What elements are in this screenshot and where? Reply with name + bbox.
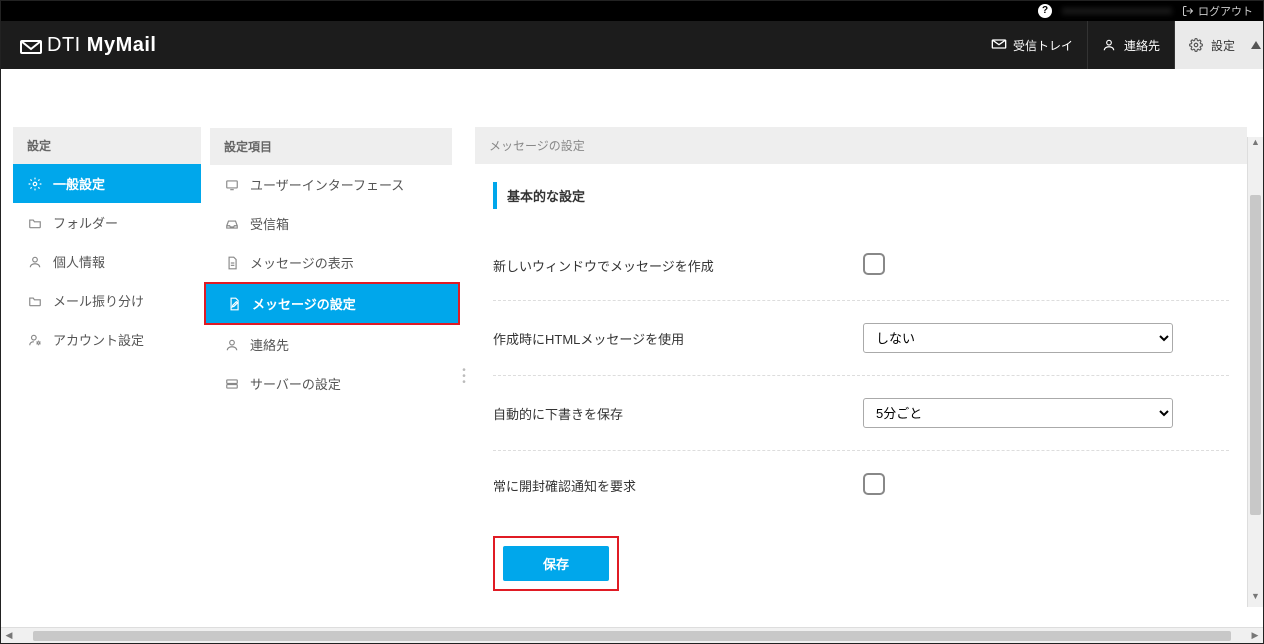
nav-caret[interactable] <box>1249 21 1263 69</box>
server-icon <box>224 376 240 392</box>
scroll-left-arrow[interactable]: ◀ <box>1 630 17 641</box>
row-use-html: 作成時にHTMLメッセージを使用 しない <box>493 301 1229 376</box>
scroll-right-arrow[interactable]: ▶ <box>1247 630 1263 641</box>
row-label: 新しいウィンドウでメッセージを作成 <box>493 256 863 275</box>
section-item-ui[interactable]: ユーザーインターフェース <box>210 165 452 204</box>
sidebar-item-folders[interactable]: フォルダー <box>13 203 201 242</box>
help-icon[interactable]: ? <box>1038 4 1052 18</box>
nav-settings[interactable]: 設定 <box>1175 21 1249 69</box>
sidebar-item-label: 個人情報 <box>53 252 105 271</box>
sidebar-item-label: フォルダー <box>53 213 118 232</box>
section-item-inbox[interactable]: 受信箱 <box>210 204 452 243</box>
scroll-up-arrow[interactable]: ▲ <box>1248 137 1263 153</box>
logout-icon <box>1182 5 1194 17</box>
person-icon <box>27 254 43 270</box>
inbox-icon <box>224 216 240 232</box>
sidebar-item-filters[interactable]: メール振り分け <box>13 281 201 320</box>
contacts-icon <box>224 337 240 353</box>
settings-groups-column: 設定 一般設定 フォルダー 個人情報 <box>13 127 201 627</box>
brand-bold: MyMail <box>87 34 157 56</box>
highlight-frame: メッセージの設定 <box>204 282 460 325</box>
section-item-label: 受信箱 <box>250 214 289 233</box>
scroll-thumb[interactable] <box>33 631 1231 641</box>
nav-inbox[interactable]: 受信トレイ <box>977 21 1087 69</box>
select-use-html[interactable]: しない <box>863 323 1173 353</box>
monitor-icon <box>224 177 240 193</box>
sidebar-item-general[interactable]: 一般設定 <box>13 164 201 203</box>
horizontal-scrollbar[interactable]: ◀ ▶ <box>1 627 1263 643</box>
vertical-scrollbar[interactable]: ▲ ▼ <box>1247 137 1263 607</box>
contacts-icon <box>1102 38 1118 52</box>
row-autosave: 自動的に下書きを保存 5分ごと <box>493 376 1229 451</box>
app-header: DTI MyMail 受信トレイ 連絡先 設定 <box>1 21 1263 69</box>
col1-header: 設定 <box>13 127 201 164</box>
document-edit-icon <box>226 296 242 312</box>
settings-panel: メッセージの設定 基本的な設定 新しいウィンドウでメッセージを作成 作成時にHT… <box>475 127 1247 627</box>
save-button[interactable]: 保存 <box>503 546 609 581</box>
person-gear-icon <box>27 332 43 348</box>
scroll-thumb[interactable] <box>1250 195 1261 515</box>
sidebar-item-account[interactable]: アカウント設定 <box>13 320 201 359</box>
select-autosave[interactable]: 5分ごと <box>863 398 1173 428</box>
nav-inbox-label: 受信トレイ <box>1013 37 1073 54</box>
section-title: 基本的な設定 <box>493 182 1229 209</box>
sidebar-item-label: メール振り分け <box>53 291 144 310</box>
envelope-icon <box>19 37 41 53</box>
section-item-label: メッセージの設定 <box>252 294 356 313</box>
row-label: 作成時にHTMLメッセージを使用 <box>493 329 863 348</box>
section-item-contacts[interactable]: 連絡先 <box>210 325 452 364</box>
gear-icon <box>27 176 43 192</box>
folder-icon <box>27 293 43 309</box>
column-splitter[interactable]: ••• <box>461 127 467 627</box>
sidebar-item-label: 一般設定 <box>53 174 105 193</box>
user-email-blurred: xxxxxxxxxxxxxxxxxxxx <box>1062 5 1172 17</box>
app-logo: DTI MyMail <box>19 34 156 57</box>
brand-thin: DTI <box>47 34 87 56</box>
section-item-label: ユーザーインターフェース <box>250 175 404 194</box>
section-item-compose[interactable]: メッセージの設定 <box>206 284 458 323</box>
settings-sections-column: 設定項目 ユーザーインターフェース 受信箱 メッセージの表示 <box>209 127 453 627</box>
row-label: 自動的に下書きを保存 <box>493 404 863 423</box>
checkbox-read-receipt[interactable] <box>863 473 885 495</box>
panel-header: メッセージの設定 <box>475 127 1247 164</box>
section-item-server[interactable]: サーバーの設定 <box>210 364 452 403</box>
row-label: 常に開封確認通知を要求 <box>493 476 863 495</box>
checkbox-new-window[interactable] <box>863 253 885 275</box>
save-highlight-frame: 保存 <box>493 536 619 591</box>
row-new-window: 新しいウィンドウでメッセージを作成 <box>493 231 1229 301</box>
section-item-label: 連絡先 <box>250 335 289 354</box>
col2-header: 設定項目 <box>210 128 452 165</box>
scroll-down-arrow[interactable]: ▼ <box>1248 591 1263 607</box>
document-icon <box>224 255 240 271</box>
nav-contacts-label: 連絡先 <box>1124 37 1160 54</box>
row-read-receipt: 常に開封確認通知を要求 <box>493 451 1229 520</box>
nav-settings-label: 設定 <box>1211 37 1235 54</box>
section-item-label: メッセージの表示 <box>250 253 354 272</box>
section-item-display[interactable]: メッセージの表示 <box>210 243 452 282</box>
utility-bar: ? xxxxxxxxxxxxxxxxxxxx ログアウト <box>1 1 1263 21</box>
sidebar-item-identity[interactable]: 個人情報 <box>13 242 201 281</box>
logout-link[interactable]: ログアウト <box>1182 3 1253 19</box>
gear-icon <box>1189 38 1205 52</box>
main-nav: 受信トレイ 連絡先 設定 <box>977 21 1263 69</box>
section-item-label: サーバーの設定 <box>250 374 341 393</box>
nav-contacts[interactable]: 連絡先 <box>1088 21 1174 69</box>
logout-label: ログアウト <box>1198 3 1253 19</box>
folder-icon <box>27 215 43 231</box>
inbox-icon <box>991 38 1007 52</box>
sidebar-item-label: アカウント設定 <box>53 330 144 349</box>
